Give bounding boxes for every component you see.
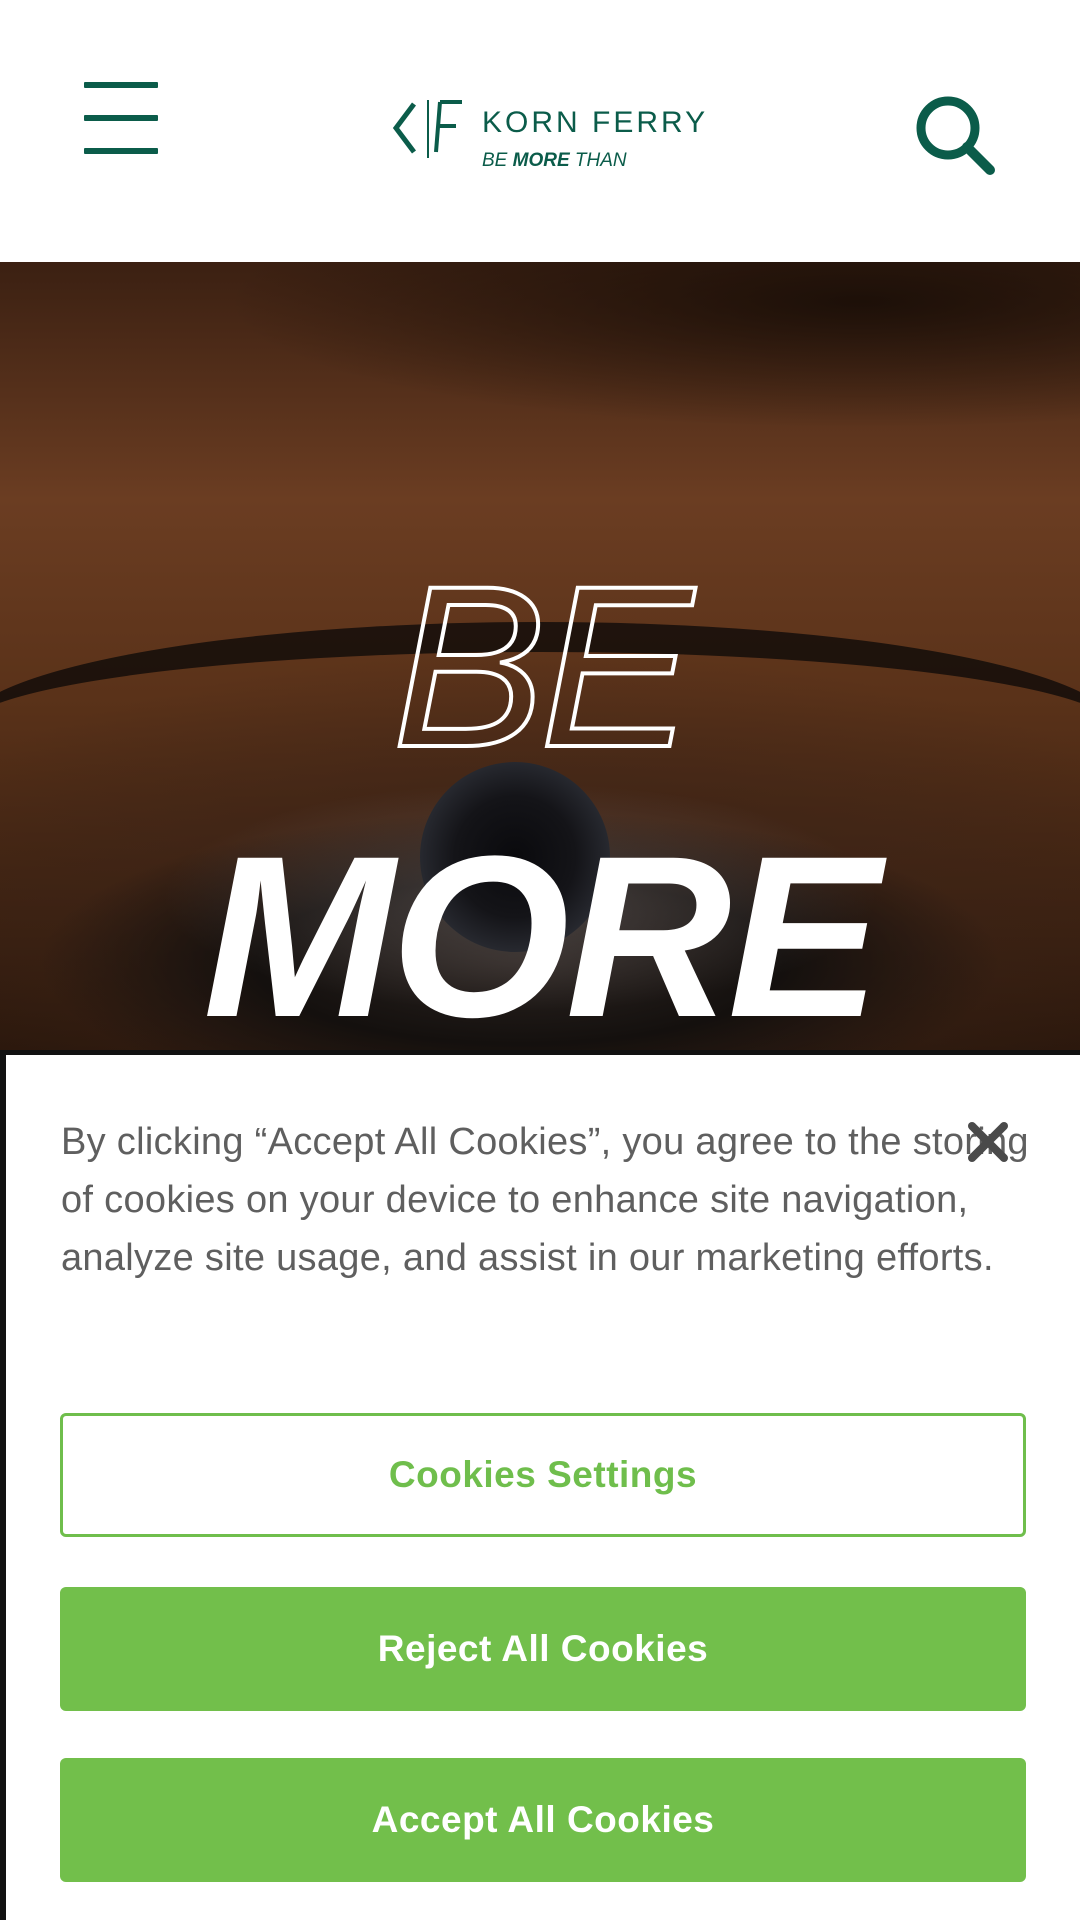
close-cookie-banner-button[interactable] [966, 1120, 1010, 1164]
hero-be-text: BE [391, 538, 696, 795]
reject-all-cookies-button[interactable]: Reject All Cookies [60, 1587, 1026, 1711]
menu-bar [84, 148, 158, 154]
hero-headline-be: BE [0, 550, 1080, 784]
hero-eyebrow-shadow [0, 262, 1080, 462]
menu-button[interactable] [78, 78, 164, 158]
tagline-prefix: BE [482, 150, 508, 171]
search-icon [916, 96, 995, 175]
tagline-bold: MORE [512, 150, 570, 171]
hero-banner: BE MORE [0, 262, 1080, 1052]
logo-tagline: BE MORE THAN [482, 150, 627, 172]
site-header: KORN FERRY BE MORE THAN [0, 0, 1080, 262]
accept-all-cookies-button[interactable]: Accept All Cookies [60, 1758, 1026, 1882]
cookies-settings-button[interactable]: Cookies Settings [60, 1413, 1026, 1537]
menu-bar [84, 82, 158, 88]
page: KORN FERRY BE MORE THAN BE MORE By click… [0, 0, 1080, 1920]
korn-ferry-logo[interactable]: KORN FERRY BE MORE THAN [390, 88, 705, 180]
tagline-suffix: THAN [574, 150, 627, 171]
hero-headline-more: MORE [203, 808, 881, 1052]
search-button[interactable] [912, 92, 1002, 182]
kf-monogram-icon [392, 100, 462, 158]
logo-name: KORN FERRY [482, 106, 709, 139]
menu-bar [84, 115, 158, 121]
close-icon [968, 1122, 1008, 1162]
cookie-consent-text: By clicking “Accept All Cookies”, you ag… [61, 1121, 1029, 1279]
